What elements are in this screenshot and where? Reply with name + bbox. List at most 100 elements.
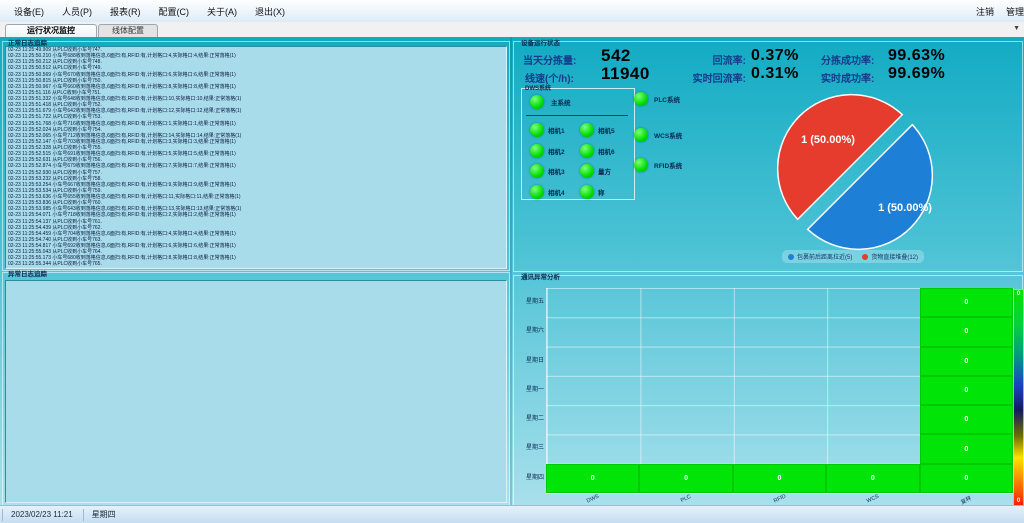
- status-weekday: 星期四: [83, 509, 124, 521]
- heatmap-colorbar: 0 0: [1013, 289, 1024, 506]
- heatmap-row-label: 星期六: [516, 317, 544, 346]
- panel-divider: [510, 37, 512, 505]
- chevron-down-icon[interactable]: ▼: [1013, 25, 1020, 32]
- heatmap-row-label: 星期二: [516, 405, 544, 434]
- stat-label: 当天分拣量:: [523, 52, 576, 67]
- dws-system-box: 主系统 相机1 相机5 相机2 相机6 相机3 量方相机4 称: [521, 88, 635, 200]
- tab-line-config[interactable]: 线体配置: [98, 24, 158, 37]
- dws-device: 量方: [580, 161, 630, 182]
- log-line: 02-23 11:25:55.344 从PLC收到小车号765.: [6, 261, 506, 267]
- dws-device: 相机5: [580, 120, 630, 141]
- stat-value: 99.63%: [888, 47, 945, 65]
- normal-log-title: 正常日志追踪: [8, 37, 47, 47]
- stat-value: 0.31%: [751, 65, 799, 83]
- app-window: 设备(E) 人员(P) 报表(R) 配置(C) 关于(A) 退出(X) 注销 管理 运行状…: [0, 0, 1024, 523]
- dws-box-title: DWS系统: [525, 83, 551, 92]
- status-datetime: 2023/02/23 11:21: [2, 509, 81, 521]
- logout-button[interactable]: 注销: [976, 5, 994, 18]
- heatmap-cell: 0: [920, 317, 1013, 346]
- legend-dot-icon: [788, 254, 794, 260]
- status-led-green-icon: [530, 144, 544, 158]
- dws-device: 相机4: [530, 182, 580, 203]
- legend-label: 包裹前后距离拉近(5): [797, 252, 852, 261]
- stat-value: 542: [601, 46, 631, 66]
- colorbar-min-label: 0: [1014, 498, 1023, 504]
- device-status-groupbox: 当天分拣量: 542 线速(个/h): 11940 回流率: 0.37% 实时回…: [513, 41, 1023, 272]
- heatmap-row-label: 星期三: [516, 434, 544, 463]
- pie-legend-item[interactable]: 包裹前后距离拉近(5): [788, 252, 852, 261]
- dws-device-label: 称: [598, 187, 605, 197]
- status-led-green-icon: [580, 144, 594, 158]
- tab-run-status-monitor[interactable]: 运行状况监控: [5, 24, 97, 37]
- dws-main-label: 主系统: [551, 97, 571, 107]
- pie-legend-item[interactable]: 货物直接堆叠(12): [862, 252, 918, 261]
- status-led-green-icon: [530, 123, 544, 137]
- colorbar-max-label: 0: [1014, 291, 1023, 297]
- comm-anomaly-title: 通讯异常分析: [521, 271, 560, 281]
- heatmap-cell: 0: [733, 464, 826, 493]
- stat-value: 99.69%: [888, 65, 945, 83]
- menu-item[interactable]: 退出(X): [251, 3, 289, 20]
- stat-label: 回流率:: [671, 52, 746, 67]
- dws-device: 相机3: [530, 161, 580, 182]
- heatmap-cell: 0: [639, 464, 732, 493]
- heatmap-cell: 0: [920, 464, 1013, 493]
- comm-anomaly-groupbox: 星期五星期六星期日星期一星期二星期三星期四00000000000DWSPLCRF…: [513, 275, 1023, 506]
- status-led-green-icon: [530, 95, 544, 109]
- status-led-green-icon: [580, 123, 594, 137]
- dws-device: 称: [580, 182, 630, 203]
- abnormal-log-textarea[interactable]: [5, 280, 507, 503]
- dws-device-label: 相机3: [548, 166, 565, 176]
- dws-separator: [526, 115, 628, 116]
- menu-item[interactable]: 人员(P): [58, 3, 96, 20]
- dws-device-label: 相机4: [548, 187, 565, 197]
- system-indicator: PLC系统: [634, 92, 680, 106]
- legend-dot-icon: [862, 254, 868, 260]
- heatmap-row-label: 星期四: [516, 464, 544, 493]
- status-led-green-icon: [530, 164, 544, 178]
- system-label: RFID系统: [654, 160, 682, 170]
- dws-device-label: 相机1: [548, 125, 565, 135]
- dws-device-label: 量方: [598, 166, 611, 176]
- stat-label: 分拣成功率:: [821, 52, 874, 67]
- status-led-green-icon: [634, 92, 648, 106]
- heatmap-cell: 0: [826, 464, 919, 493]
- stat-value: 11940: [601, 64, 650, 84]
- system-label: WCS系统: [654, 130, 682, 140]
- menu-item[interactable]: 设备(E): [10, 3, 48, 20]
- heatmap-row-label: 星期日: [516, 347, 544, 376]
- dws-device-label: 相机2: [548, 146, 565, 156]
- device-status-title: 设备运行状态: [521, 37, 560, 47]
- dws-device-grid: 相机1 相机5 相机2 相机6 相机3 量方相机4 称: [530, 120, 630, 202]
- pie-legend: 包裹前后距离拉近(5) 货物直接堆叠(12): [782, 250, 924, 263]
- admin-menu[interactable]: 管理: [1006, 5, 1024, 18]
- dws-device: 相机6: [580, 141, 630, 162]
- heatmap-cells: 星期五星期六星期日星期一星期二星期三星期四00000000000DWSPLCRF…: [514, 276, 1022, 505]
- status-led-green-icon: [634, 128, 648, 142]
- pie-slice-label: 1 (50.00%): [878, 202, 932, 214]
- heatmap-cell: 0: [920, 288, 1013, 317]
- heatmap-cell: 0: [920, 434, 1013, 463]
- menu-bar: 设备(E) 人员(P) 报表(R) 配置(C) 关于(A) 退出(X) 注销 管理: [0, 0, 1024, 23]
- heatmap-cell: 0: [546, 464, 639, 493]
- menu-item[interactable]: 关于(A): [203, 3, 241, 20]
- heatmap-cell: 0: [920, 376, 1013, 405]
- status-led-green-icon: [530, 185, 544, 199]
- anomaly-pie-chart: 1 (50.00%) 1 (50.00%): [771, 87, 951, 262]
- menu-items: 设备(E) 人员(P) 报表(R) 配置(C) 关于(A) 退出(X): [0, 3, 289, 20]
- legend-label: 货物直接堆叠(12): [871, 252, 918, 261]
- dws-device-label: 相机6: [598, 146, 615, 156]
- normal-log-textarea[interactable]: 02-23 11:25:49.909 从PLC收到小车号747.02-23 11…: [5, 46, 507, 269]
- dws-main-system: 主系统: [530, 95, 571, 109]
- dws-device: 相机2: [530, 141, 580, 162]
- system-indicator: RFID系统: [634, 158, 682, 172]
- heatmap-cell: 0: [920, 347, 1013, 376]
- heatmap-row-label: 星期五: [516, 288, 544, 317]
- stat-value: 0.37%: [751, 47, 799, 65]
- abnormal-log-title: 异常日志追踪: [8, 268, 47, 278]
- menu-item[interactable]: 报表(R): [106, 3, 145, 20]
- system-indicator: WCS系统: [634, 128, 682, 142]
- heatmap-cell: 0: [920, 405, 1013, 434]
- system-label: PLC系统: [654, 94, 680, 104]
- menu-item[interactable]: 配置(C): [155, 3, 194, 20]
